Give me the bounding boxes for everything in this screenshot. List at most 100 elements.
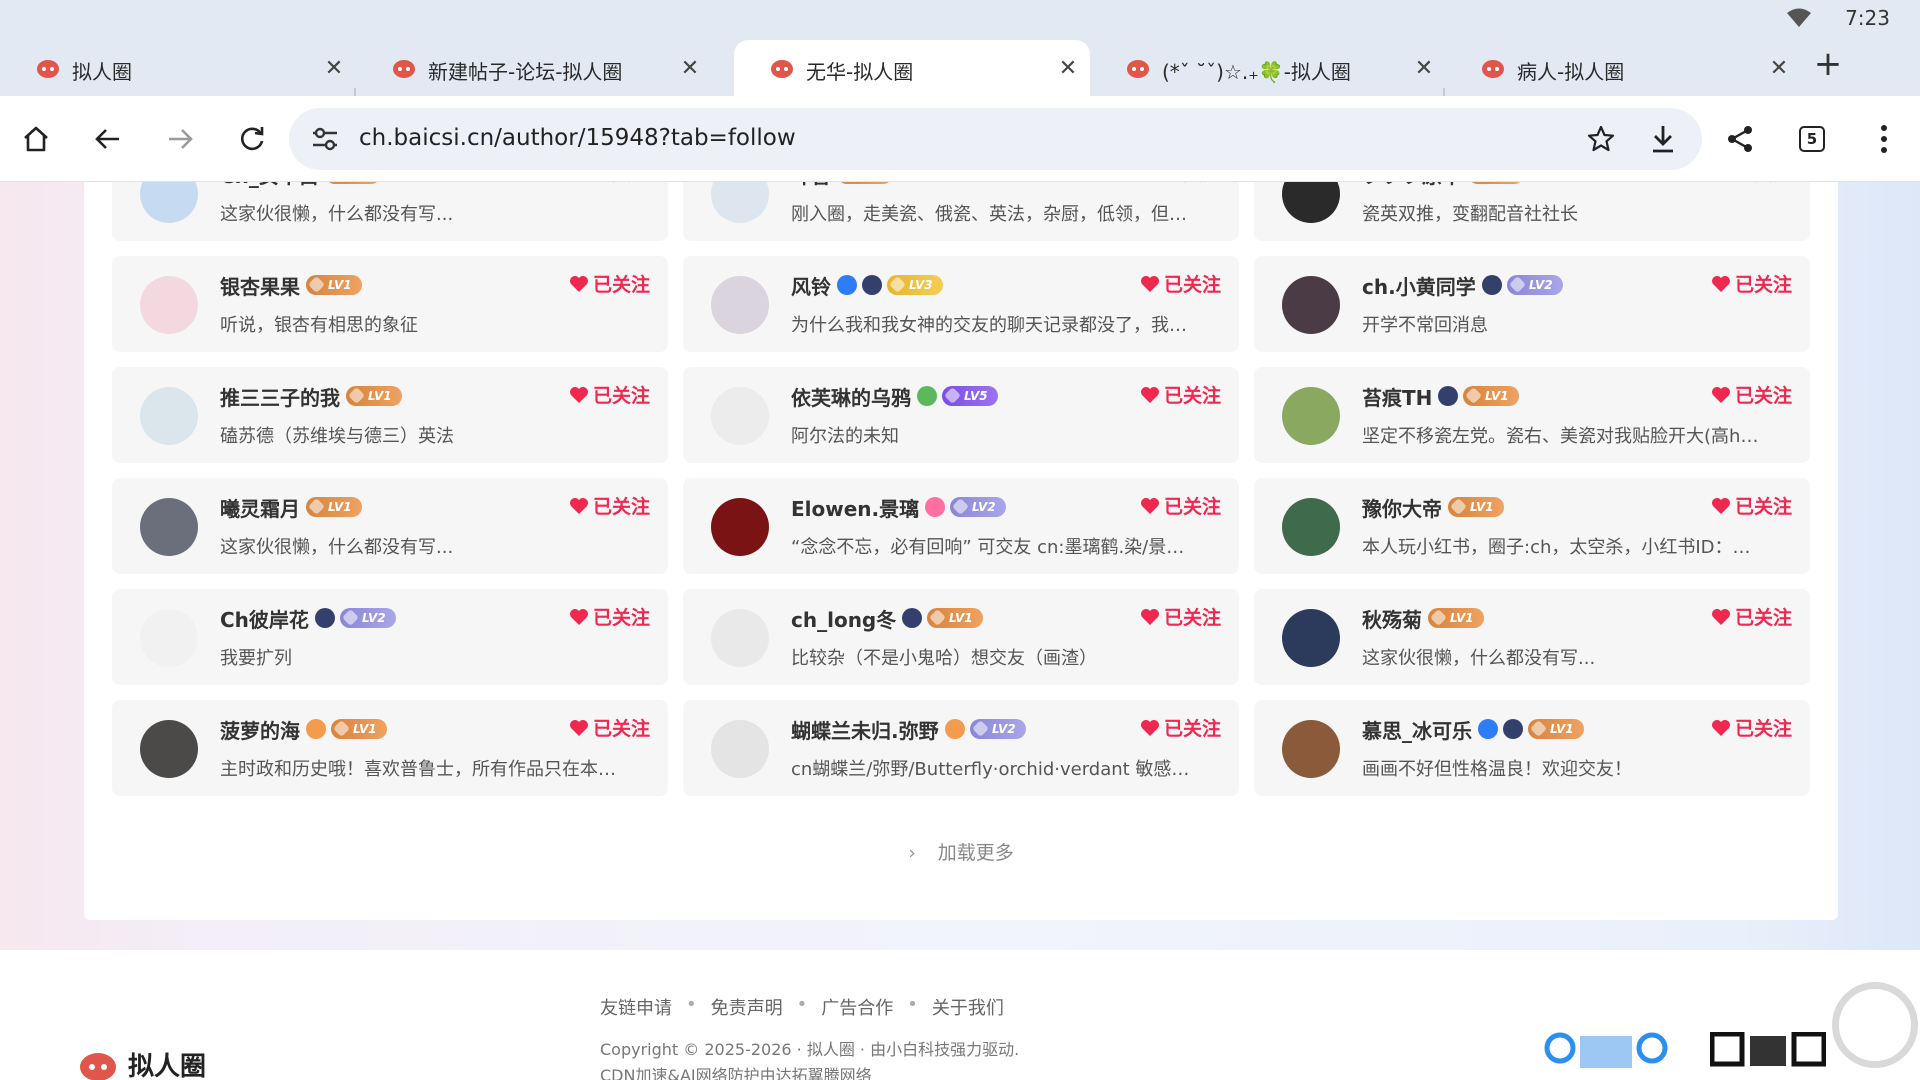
user-card[interactable]: Ch彼岸花 LV2 我要扩列 已关注 xyxy=(112,589,668,685)
user-name[interactable]: 依芙琳的乌鸦 xyxy=(791,382,911,411)
user-name[interactable]: 曦灵霜月 xyxy=(220,493,300,522)
user-name[interactable]: 蝴蝶兰未归.弥野 xyxy=(791,715,939,744)
user-card[interactable]: ch_long冬 LV1 比较杂（不是小鬼哈）想交友（画渣） 已关注 xyxy=(683,589,1239,685)
user-name[interactable]: Ch彼岸花 xyxy=(220,604,309,633)
user-card[interactable]: 银杏果果 LV1 听说，银杏有相思的象征 已关注 xyxy=(112,256,668,352)
user-card[interactable]: 风铃 LV3 为什么我和我女神的交友的聊天记录都没了，我好... 已关注 xyxy=(683,256,1239,352)
avatar[interactable] xyxy=(140,387,198,445)
avatar[interactable] xyxy=(711,182,769,223)
site-settings-icon[interactable] xyxy=(311,126,339,152)
avatar[interactable] xyxy=(1282,387,1340,445)
followed-button[interactable]: 已关注 xyxy=(1711,270,1792,297)
user-name[interactable]: ch_long冬 xyxy=(791,604,896,633)
followed-button[interactable]: 已关注 xyxy=(1711,603,1792,630)
download-icon[interactable] xyxy=(1648,123,1678,155)
tab-count-button[interactable]: 5 xyxy=(1799,126,1825,152)
followed-button[interactable]: 已关注 xyxy=(569,603,650,630)
followed-button[interactable]: 已关注 xyxy=(1711,714,1792,741)
followed-button[interactable]: 已关注 xyxy=(569,492,650,519)
user-card[interactable]: 推三三子的我 LV1 磕苏德（苏维埃与德三）英法 已关注 xyxy=(112,367,668,463)
avatar[interactable] xyxy=(1282,498,1340,556)
avatar[interactable] xyxy=(711,609,769,667)
user-name[interactable]: 慕思_冰可乐 xyxy=(1362,715,1472,744)
user-name[interactable]: 秋殇菊 xyxy=(1362,604,1422,633)
user-name[interactable]: 银杏果果 xyxy=(220,271,300,300)
load-more-button[interactable]: › 加载更多 xyxy=(84,838,1838,865)
footer-link[interactable]: 广告合作 xyxy=(821,994,893,1020)
forward-button[interactable] xyxy=(158,117,202,161)
user-card[interactable]: 曦灵霜月 LV1 这家伙很懒，什么都没有写... 已关注 xyxy=(112,478,668,574)
user-card[interactable]: ツツツ原千 LV1 瓷英双推，变翻配音社社长 已关注 xyxy=(1254,182,1810,241)
user-card[interactable]: 蝴蝶兰未归.弥野 LV2 cn蝴蝶兰/弥野/Butterfly·orchid·ver… xyxy=(683,700,1239,796)
more-menu-icon[interactable] xyxy=(1870,122,1898,156)
user-card[interactable]: 菠萝的海 LV1 主时政和历史哦！喜欢普鲁士，所有作品只在本平... 已关注 xyxy=(112,700,668,796)
user-card[interactable]: 豫你大帝 LV1 本人玩小红书，圈子:ch，太空杀，小红书ID：豫... 已关注 xyxy=(1254,478,1810,574)
avatar[interactable] xyxy=(1282,182,1340,223)
user-name[interactable]: Ch_女干白 xyxy=(220,182,319,189)
avatar[interactable] xyxy=(140,720,198,778)
avatar[interactable] xyxy=(1282,276,1340,334)
user-card[interactable]: Elowen.景璃 LV2 “念念不忘，必有回响” 可交友 cn:墨璃鹤.染/景璃 … xyxy=(683,478,1239,574)
close-icon[interactable]: ✕ xyxy=(1765,54,1793,82)
close-icon[interactable]: ✕ xyxy=(1410,54,1438,82)
floating-action-button[interactable] xyxy=(1832,982,1918,1068)
reload-button[interactable] xyxy=(230,117,274,161)
user-name[interactable]: Elowen.景璃 xyxy=(791,493,919,522)
avatar[interactable] xyxy=(1282,609,1340,667)
followed-button[interactable]: 已关注 xyxy=(1140,714,1221,741)
browser-tab[interactable]: 拟人圈 ✕ xyxy=(0,40,356,96)
user-name[interactable]: ch.小黄同学 xyxy=(1362,271,1476,300)
close-icon[interactable]: ✕ xyxy=(676,54,704,82)
browser-tab[interactable]: 病人-拟人圈 ✕ xyxy=(1445,40,1801,96)
followed-button[interactable]: 已关注 xyxy=(1711,381,1792,408)
home-button[interactable] xyxy=(14,117,58,161)
user-name[interactable]: ツツツ原千 xyxy=(1362,182,1462,189)
followed-button[interactable]: 已关注 xyxy=(1711,182,1792,186)
followed-button[interactable]: 已关注 xyxy=(1711,492,1792,519)
user-card[interactable]: ch.小黄同学 LV2 开学不常回消息 已关注 xyxy=(1254,256,1810,352)
user-name[interactable]: 叶香 xyxy=(791,182,831,189)
avatar[interactable] xyxy=(140,182,198,223)
avatar[interactable] xyxy=(711,276,769,334)
avatar[interactable] xyxy=(140,276,198,334)
avatar[interactable] xyxy=(711,498,769,556)
user-name[interactable]: 苔痕TH xyxy=(1362,382,1432,411)
followed-button[interactable]: 已关注 xyxy=(1140,270,1221,297)
url-text[interactable]: ch.baicsi.cn/author/15948?tab=follow xyxy=(359,125,796,151)
browser-tab[interactable]: 新建帖子-论坛-拟人圈 ✕ xyxy=(356,40,712,96)
followed-button[interactable]: 已关注 xyxy=(569,714,650,741)
user-card[interactable]: 叶香 LV1 刚入圈，走美瓷、俄瓷、英法，杂厨，低领，但很... 已关注 xyxy=(683,182,1239,241)
bookmark-star-icon[interactable] xyxy=(1586,124,1616,154)
avatar[interactable] xyxy=(1282,720,1340,778)
share-button[interactable] xyxy=(1718,117,1762,161)
followed-button[interactable]: 已关注 xyxy=(569,270,650,297)
followed-button[interactable]: 已关注 xyxy=(1140,492,1221,519)
user-card[interactable]: 慕思_冰可乐 LV1 画画不好但性格温良！欢迎交友！ 已关注 xyxy=(1254,700,1810,796)
footer-link[interactable]: 关于我们 xyxy=(932,994,1004,1020)
avatar[interactable] xyxy=(711,387,769,445)
user-name[interactable]: 风铃 xyxy=(791,271,831,300)
followed-button[interactable]: 已关注 xyxy=(569,182,650,186)
browser-tab[interactable]: (*ˇ ˘ˇ)☆.₊🍀-拟人圈 ✕ xyxy=(1090,40,1446,96)
avatar[interactable] xyxy=(711,720,769,778)
user-card[interactable]: 秋殇菊 LV1 这家伙很懒，什么都没有写... 已关注 xyxy=(1254,589,1810,685)
site-logo[interactable]: 拟人圈 xyxy=(76,1046,206,1080)
followed-button[interactable]: 已关注 xyxy=(1140,381,1221,408)
address-bar[interactable]: ch.baicsi.cn/author/15948?tab=follow xyxy=(289,108,1702,170)
user-name[interactable]: 菠萝的海 xyxy=(220,715,300,744)
user-card[interactable]: 苔痕TH LV1 坚定不移瓷左党。瓷右、美瓷对我贴脸开大(高h)... 已关注 xyxy=(1254,367,1810,463)
user-card[interactable]: 依芙琳的乌鸦 LV5 阿尔法的未知 已关注 xyxy=(683,367,1239,463)
back-button[interactable] xyxy=(86,117,130,161)
footer-link[interactable]: 友链申请 xyxy=(600,994,672,1020)
user-name[interactable]: 推三三子的我 xyxy=(220,382,340,411)
footer-link[interactable]: 免责声明 xyxy=(711,994,783,1020)
avatar[interactable] xyxy=(140,498,198,556)
user-card[interactable]: Ch_女干白 LV1 这家伙很懒，什么都没有写... 已关注 xyxy=(112,182,668,241)
new-tab-button[interactable]: + xyxy=(1808,46,1848,86)
avatar[interactable] xyxy=(140,609,198,667)
browser-tab[interactable]: 无华-拟人圈 ✕ xyxy=(734,40,1090,96)
followed-button[interactable]: 已关注 xyxy=(1140,182,1221,186)
close-icon[interactable]: ✕ xyxy=(1054,54,1082,82)
close-icon[interactable]: ✕ xyxy=(320,54,348,82)
user-name[interactable]: 豫你大帝 xyxy=(1362,493,1442,522)
